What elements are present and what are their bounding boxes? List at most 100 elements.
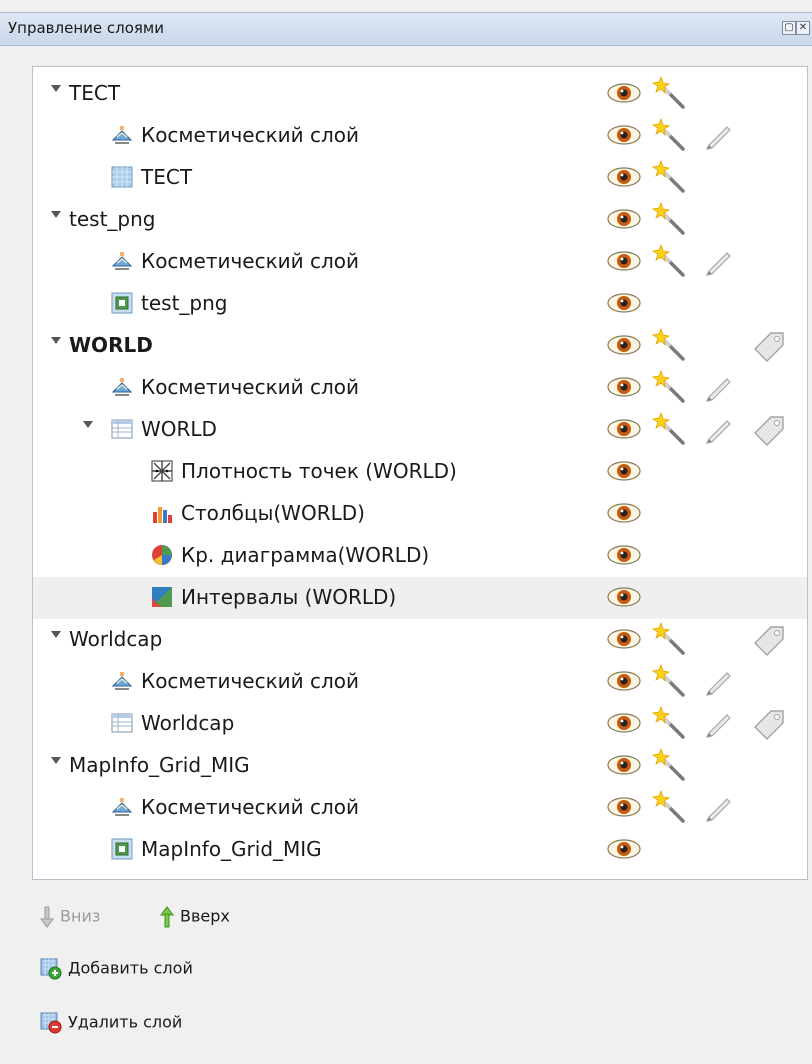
- layer-row[interactable]: ТЕСТ: [33, 73, 807, 115]
- editable-pencil-icon[interactable]: [703, 415, 733, 445]
- layer-label: Косметический слой: [141, 249, 360, 273]
- visibility-eye-icon[interactable]: [606, 669, 642, 693]
- layer-row[interactable]: Косметический слой: [33, 115, 807, 157]
- dot-density-icon: [151, 460, 173, 482]
- visibility-eye-icon[interactable]: [606, 501, 642, 525]
- expand-arrow-icon[interactable]: [51, 631, 61, 638]
- editable-pencil-icon[interactable]: [703, 709, 733, 739]
- editable-pencil-icon[interactable]: [703, 667, 733, 697]
- layer-label: ТЕСТ: [69, 81, 121, 105]
- layer-row[interactable]: test_png: [33, 199, 807, 241]
- layer-label: Плотность точек (WORLD): [181, 459, 457, 483]
- visibility-eye-icon[interactable]: [606, 291, 642, 315]
- visibility-eye-icon[interactable]: [606, 543, 642, 567]
- selectable-wand-icon[interactable]: [651, 327, 687, 361]
- expand-arrow-icon[interactable]: [51, 211, 61, 218]
- layer-row[interactable]: ТЕСТ: [33, 157, 807, 199]
- visibility-eye-icon[interactable]: [606, 81, 642, 105]
- arrow-up-icon: [160, 906, 174, 928]
- visibility-eye-icon[interactable]: [606, 837, 642, 861]
- layer-row[interactable]: Кр. диаграмма(WORLD): [33, 535, 807, 577]
- layer-row[interactable]: Worldcap: [33, 703, 807, 745]
- layer-row[interactable]: MapInfo_Grid_MIG: [33, 745, 807, 787]
- visibility-eye-icon[interactable]: [606, 375, 642, 399]
- move-up-button[interactable]: Вверх: [160, 906, 230, 928]
- expand-arrow-icon[interactable]: [51, 85, 61, 92]
- layer-label: ТЕСТ: [141, 165, 193, 189]
- visibility-eye-icon[interactable]: [606, 165, 642, 189]
- layer-tree: ТЕСТ Косметический слой ТЕСТ test_png Космет…: [32, 66, 808, 880]
- selectable-wand-icon[interactable]: [651, 621, 687, 655]
- layer-row[interactable]: Косметический слой: [33, 367, 807, 409]
- selectable-wand-icon[interactable]: [651, 705, 687, 739]
- layer-row[interactable]: WORLD: [33, 409, 807, 451]
- add-layer-label: Добавить слой: [68, 958, 193, 978]
- selectable-wand-icon[interactable]: [651, 663, 687, 697]
- layer-row[interactable]: MapInfo_Grid_MIG: [33, 829, 807, 871]
- visibility-eye-icon[interactable]: [606, 417, 642, 441]
- visibility-eye-icon[interactable]: [606, 753, 642, 777]
- visibility-eye-icon[interactable]: [606, 249, 642, 273]
- visibility-eye-icon[interactable]: [606, 207, 642, 231]
- remove-layer-label: Удалить слой: [68, 1012, 183, 1032]
- selectable-wand-icon[interactable]: [651, 789, 687, 823]
- window-title: Управление слоями: [8, 19, 164, 37]
- remove-layer-button[interactable]: Удалить слой: [40, 1012, 182, 1034]
- restore-icon[interactable]: ▢: [782, 21, 796, 35]
- layer-row[interactable]: WORLD: [33, 325, 807, 367]
- layer-label: MapInfo_Grid_MIG: [69, 753, 250, 777]
- expand-arrow-icon[interactable]: [83, 421, 93, 428]
- layer-row[interactable]: Косметический слой: [33, 787, 807, 829]
- layer-row[interactable]: Плотность точек (WORLD): [33, 451, 807, 493]
- layer-row[interactable]: Worldcap: [33, 619, 807, 661]
- visibility-eye-icon[interactable]: [606, 711, 642, 735]
- layer-row[interactable]: Косметический слой: [33, 241, 807, 283]
- label-tag-icon[interactable]: [749, 621, 787, 657]
- label-tag-icon[interactable]: [749, 411, 787, 447]
- selectable-wand-icon[interactable]: [651, 201, 687, 235]
- layer-row[interactable]: Столбцы(WORLD): [33, 493, 807, 535]
- editable-pencil-icon[interactable]: [703, 373, 733, 403]
- cosmetic-layer-icon: [111, 670, 133, 692]
- visibility-eye-icon[interactable]: [606, 585, 642, 609]
- editable-pencil-icon[interactable]: [703, 793, 733, 823]
- cosmetic-layer-icon: [111, 376, 133, 398]
- layer-row[interactable]: test_png: [33, 283, 807, 325]
- table-icon: [111, 712, 133, 734]
- layer-label: Косметический слой: [141, 123, 360, 147]
- expand-arrow-icon[interactable]: [51, 337, 61, 344]
- layer-label: test_png: [141, 291, 228, 315]
- layer-label: test_png: [69, 207, 156, 231]
- move-down-label: Вниз: [60, 906, 101, 926]
- editable-pencil-icon[interactable]: [703, 121, 733, 151]
- visibility-eye-icon[interactable]: [606, 123, 642, 147]
- selectable-wand-icon[interactable]: [651, 159, 687, 193]
- layer-label: Worldcap: [141, 711, 235, 735]
- layer-label: WORLD: [141, 417, 217, 441]
- label-tag-icon[interactable]: [749, 327, 787, 363]
- move-up-label: Вверх: [180, 906, 230, 926]
- ranges-icon: [151, 586, 173, 608]
- selectable-wand-icon[interactable]: [651, 75, 687, 109]
- visibility-eye-icon[interactable]: [606, 333, 642, 357]
- close-icon[interactable]: ✕: [796, 21, 810, 35]
- visibility-eye-icon[interactable]: [606, 459, 642, 483]
- selectable-wand-icon[interactable]: [651, 747, 687, 781]
- layer-row[interactable]: Интервалы (WORLD): [33, 577, 807, 619]
- layer-row[interactable]: Косметический слой: [33, 661, 807, 703]
- selectable-wand-icon[interactable]: [651, 369, 687, 403]
- label-tag-icon[interactable]: [749, 705, 787, 741]
- add-layer-button[interactable]: Добавить слой: [40, 958, 193, 980]
- selectable-wand-icon[interactable]: [651, 117, 687, 151]
- visibility-eye-icon[interactable]: [606, 627, 642, 651]
- editable-pencil-icon[interactable]: [703, 247, 733, 277]
- raster-image-icon: [111, 292, 133, 314]
- bar-chart-icon: [151, 502, 173, 524]
- visibility-eye-icon[interactable]: [606, 795, 642, 819]
- layer-label: Кр. диаграмма(WORLD): [181, 543, 430, 567]
- selectable-wand-icon[interactable]: [651, 243, 687, 277]
- expand-arrow-icon[interactable]: [51, 757, 61, 764]
- move-down-button[interactable]: Вниз: [40, 906, 100, 928]
- layer-label: WORLD: [69, 333, 153, 357]
- selectable-wand-icon[interactable]: [651, 411, 687, 445]
